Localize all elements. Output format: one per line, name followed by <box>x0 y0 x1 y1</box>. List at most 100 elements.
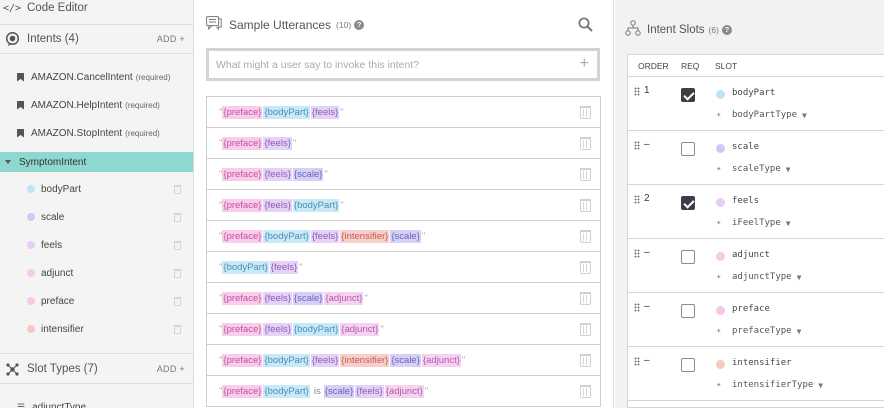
sidebar-item-builtin-intent[interactable]: AMAZON.HelpIntent (required) <box>0 94 193 116</box>
trash-icon[interactable] <box>580 199 591 212</box>
required-checkbox[interactable] <box>681 142 695 156</box>
slot-token[interactable]: {scale} <box>323 384 355 398</box>
trash-icon[interactable] <box>580 354 591 367</box>
code-editor-link[interactable]: </> Code Editor <box>0 0 193 22</box>
trash-icon[interactable] <box>174 212 181 222</box>
slot-token[interactable]: {scale} <box>292 291 324 305</box>
slot-type-select[interactable]: ✦ bodyPartType ▼ <box>716 110 807 120</box>
slot-token[interactable]: {preface} <box>222 198 263 212</box>
slot-token[interactable]: {bodyPart} <box>263 353 310 367</box>
slot-token[interactable]: {preface} <box>222 384 263 398</box>
trash-icon[interactable] <box>174 240 181 250</box>
slot-token[interactable]: {adjunct} <box>340 322 380 336</box>
utterance-row[interactable]: " {preface} {feels} {bodyPart} {adjunct} " <box>207 314 600 345</box>
trash-icon[interactable] <box>580 168 591 181</box>
search-icon[interactable] <box>578 17 593 35</box>
drag-handle-icon[interactable] <box>634 87 640 96</box>
slot-type-select[interactable]: ✦ prefaceType ▼ <box>716 326 801 336</box>
slot-token[interactable]: {scale} <box>292 167 324 181</box>
slot-token[interactable]: {preface} <box>222 136 263 150</box>
slot-token[interactable]: {preface} <box>222 105 263 119</box>
slot-token[interactable]: {feels} <box>310 229 340 243</box>
slot-token[interactable]: {preface} <box>222 167 263 181</box>
slot-token[interactable]: {intensifier} <box>340 229 390 243</box>
intents-header[interactable]: Intents (4) ADD + <box>0 25 193 53</box>
sidebar-item-slot[interactable]: intensifier <box>0 318 193 340</box>
drag-handle-icon[interactable] <box>634 303 640 312</box>
utterance-row[interactable]: " {preface} {bodyPart} {feels} {intensifier}… <box>207 221 600 252</box>
slot-token[interactable]: {bodyPart} <box>263 229 310 243</box>
slot-token[interactable]: {intensifier} <box>340 353 390 367</box>
sidebar-item-slot[interactable]: adjunct <box>0 262 193 284</box>
trash-icon[interactable] <box>174 268 181 278</box>
required-checkbox[interactable] <box>681 196 695 210</box>
utterance-row[interactable]: " {preface} {bodyPart} {feels} " <box>207 97 600 128</box>
required-checkbox[interactable] <box>681 88 695 102</box>
trash-icon[interactable] <box>580 261 591 274</box>
slot-token[interactable]: {feels} <box>263 136 292 150</box>
trash-icon[interactable] <box>174 324 181 334</box>
slot-type-select[interactable]: ✦ intensifierType ▼ <box>716 380 823 390</box>
required-checkbox[interactable] <box>681 250 695 264</box>
slot-token[interactable]: {preface} <box>222 229 263 243</box>
utterance-row[interactable]: " {preface} {feels} " <box>207 128 600 159</box>
slot-token[interactable]: {feels} <box>263 167 292 181</box>
slot-type-select[interactable]: ✦ adjunctType ▼ <box>716 272 801 282</box>
drag-handle-icon[interactable] <box>634 195 640 204</box>
slot-token[interactable]: {scale} <box>390 353 421 367</box>
help-icon[interactable]: ? <box>721 24 732 35</box>
slot-token[interactable]: {preface} <box>222 291 263 305</box>
utterance-input[interactable]: What might a user say to invoke this int… <box>206 48 600 81</box>
slot-token[interactable]: {bodyPart} <box>292 198 340 212</box>
sidebar-item-symptom-intent[interactable]: SymptomIntent <box>0 152 193 172</box>
utterance-row[interactable]: " {preface} {bodyPart} is {scale} {feels} {adj… <box>207 376 600 407</box>
drag-handle-icon[interactable] <box>634 249 640 258</box>
slot-token[interactable]: {adjunct} <box>421 353 461 367</box>
slot-token[interactable]: {bodyPart} <box>263 105 310 119</box>
trash-icon[interactable] <box>174 184 181 194</box>
trash-icon[interactable] <box>580 292 591 305</box>
sidebar-item-builtin-intent[interactable]: AMAZON.CancelIntent (required) <box>0 66 193 88</box>
slot-token[interactable]: {bodyPart} <box>292 322 340 336</box>
sidebar-item-builtin-intent[interactable]: AMAZON.StopIntent (required) <box>0 122 193 144</box>
drag-handle-icon[interactable] <box>634 141 640 150</box>
slot-token[interactable]: {bodyPart} <box>263 384 310 398</box>
slot-type-select[interactable]: ✦ iFeelType ▼ <box>716 218 791 228</box>
required-checkbox[interactable] <box>681 358 695 372</box>
utterance-row[interactable]: " {preface} {feels} {scale} " <box>207 159 600 190</box>
slot-token[interactable]: {bodyPart} <box>222 260 269 274</box>
required-checkbox[interactable] <box>681 304 695 318</box>
utterance-row[interactable]: " {bodyPart} {feels} " <box>207 252 600 283</box>
slot-token[interactable]: {preface} <box>222 322 263 336</box>
slot-token[interactable]: {adjunct} <box>324 291 364 305</box>
trash-icon[interactable] <box>580 106 591 119</box>
utterance-row[interactable]: " {preface} {bodyPart} {feels} {intensifier}… <box>207 345 600 376</box>
utterance-row[interactable]: " {preface} {feels} {bodyPart} " <box>207 190 600 221</box>
drag-handle-icon[interactable] <box>634 357 640 366</box>
slot-token[interactable]: {feels} <box>263 198 292 212</box>
slot-types-header[interactable]: Slot Types (7) ADD + <box>0 355 193 383</box>
add-utterance-button[interactable]: + <box>580 55 589 73</box>
sidebar-item-slot[interactable]: preface <box>0 290 193 312</box>
sidebar-item-slot[interactable]: bodyPart <box>0 178 193 200</box>
trash-icon[interactable] <box>174 296 181 306</box>
sidebar-item-slot-type[interactable]: ☰ adjunctType <box>0 396 193 408</box>
slot-token[interactable]: {feels} <box>269 260 299 274</box>
help-icon[interactable]: ? <box>354 19 365 30</box>
utterance-row[interactable]: " {preface} {feels} {scale} {adjunct} " <box>207 283 600 314</box>
sidebar-item-slot[interactable]: feels <box>0 234 193 256</box>
slot-token[interactable]: {feels} <box>263 291 292 305</box>
trash-icon[interactable] <box>580 323 591 336</box>
slot-token[interactable]: {feels} <box>263 322 292 336</box>
slot-token[interactable]: {preface} <box>222 353 263 367</box>
slot-token[interactable]: {feels} <box>310 105 340 119</box>
trash-icon[interactable] <box>580 137 591 150</box>
slot-token[interactable]: {adjunct} <box>384 384 424 398</box>
add-intent-button[interactable]: ADD + <box>157 34 185 44</box>
slot-token[interactable]: {feels} <box>310 353 340 367</box>
slot-type-select[interactable]: ✦ scaleType ▼ <box>716 164 791 174</box>
add-slot-type-button[interactable]: ADD + <box>157 364 185 374</box>
trash-icon[interactable] <box>580 230 591 243</box>
slot-token[interactable]: {feels} <box>355 384 384 398</box>
trash-icon[interactable] <box>580 385 591 398</box>
